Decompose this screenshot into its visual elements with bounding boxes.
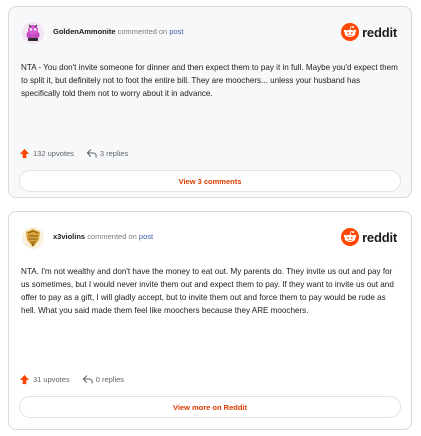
commented-on-text: commented on	[117, 27, 168, 36]
comment-header: GoldenAmmonite commented on post reddit	[21, 19, 399, 47]
comment-body: NTA - You don't invite someone for dinne…	[21, 61, 399, 100]
reply-arrow-icon[interactable]	[86, 148, 97, 159]
comment-username[interactable]: GoldenAmmonite	[53, 27, 116, 36]
comment-header: x3violins commented on post reddit	[21, 224, 399, 252]
comment-stats: 31 upvotes 0 replies	[19, 372, 124, 386]
comment-embed-card: x3violins commented on post reddit NTA. …	[8, 211, 412, 430]
post-link[interactable]: post	[169, 27, 183, 36]
comment-paragraph: NTA - You don't invite someone for dinne…	[21, 63, 398, 98]
view-comments-button[interactable]: View 3 comments	[19, 170, 401, 192]
reddit-logo[interactable]: reddit	[341, 22, 397, 42]
reply-count: 0 replies	[95, 374, 125, 384]
reddit-logo[interactable]: reddit	[341, 227, 397, 247]
comment-stats: 132 upvotes 3 replies	[19, 146, 128, 160]
reddit-wordmark: reddit	[362, 229, 397, 245]
comment-byline: GoldenAmmonite commented on post	[53, 27, 184, 36]
user-avatar-icon[interactable]	[21, 226, 45, 250]
upvote-arrow-icon[interactable]	[19, 374, 30, 385]
reddit-wordmark: reddit	[362, 24, 397, 40]
user-avatar-icon[interactable]	[21, 21, 45, 45]
upvote-count: 132 upvotes	[33, 148, 74, 158]
comment-username[interactable]: x3violins	[53, 232, 85, 241]
post-link[interactable]: post	[139, 232, 153, 241]
view-more-on-reddit-button[interactable]: View more on Reddit	[19, 396, 401, 418]
comment-byline: x3violins commented on post	[53, 232, 153, 241]
reddit-snoo-icon	[341, 23, 360, 41]
reply-count: 3 replies	[99, 148, 129, 158]
upvote-arrow-icon[interactable]	[19, 148, 30, 159]
reddit-snoo-icon	[341, 228, 360, 246]
commented-on-text: commented on	[87, 232, 137, 241]
reply-arrow-icon[interactable]	[82, 374, 93, 385]
comment-body: NTA. I'm not wealthy and don't have the …	[21, 265, 399, 317]
comment-embed-card: GoldenAmmonite commented on post reddit …	[8, 6, 412, 198]
comment-paragraph: NTA. I'm not wealthy and don't have the …	[21, 267, 394, 315]
upvote-count: 31 upvotes	[33, 374, 70, 384]
